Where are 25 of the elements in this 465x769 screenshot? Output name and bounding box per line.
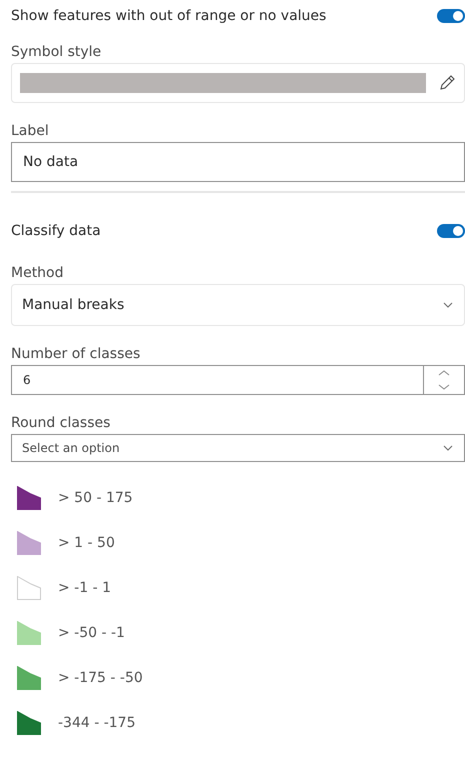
class-range-label: > 1 - 50	[58, 535, 115, 551]
class-range-label: -344 - -175	[58, 715, 136, 731]
toggle-switch[interactable]	[437, 224, 465, 238]
method-select[interactable]: Manual breaks	[11, 284, 465, 326]
decrement-icon[interactable]	[437, 382, 451, 392]
toggle-switch[interactable]	[437, 9, 465, 23]
field-label: Method	[11, 265, 65, 281]
class-range-label: > -1 - 1	[58, 580, 111, 596]
increment-icon[interactable]	[437, 368, 451, 378]
toggle-label: Show features with out of range or no values	[11, 8, 326, 24]
class-range-label: > 50 - 175	[58, 490, 133, 506]
field-label: Number of classes	[11, 346, 142, 362]
number-input[interactable]: 6	[11, 365, 465, 395]
symbol-style-field[interactable]	[11, 63, 465, 103]
pencil-icon[interactable]	[438, 74, 456, 92]
label-input[interactable]: No data	[11, 142, 465, 182]
field-label: Round classes	[11, 415, 112, 431]
chevron-down-icon[interactable]	[442, 443, 454, 453]
toggle-label: Classify data	[11, 223, 101, 239]
round-classes-select[interactable]: Select an option	[11, 434, 465, 462]
class-range-label: > -50 - -1	[58, 625, 125, 641]
chevron-down-icon[interactable]	[442, 300, 454, 310]
class-range-label: > -175 - -50	[58, 670, 143, 686]
field-label: Label	[11, 123, 50, 139]
field-label: Symbol style	[11, 44, 102, 60]
